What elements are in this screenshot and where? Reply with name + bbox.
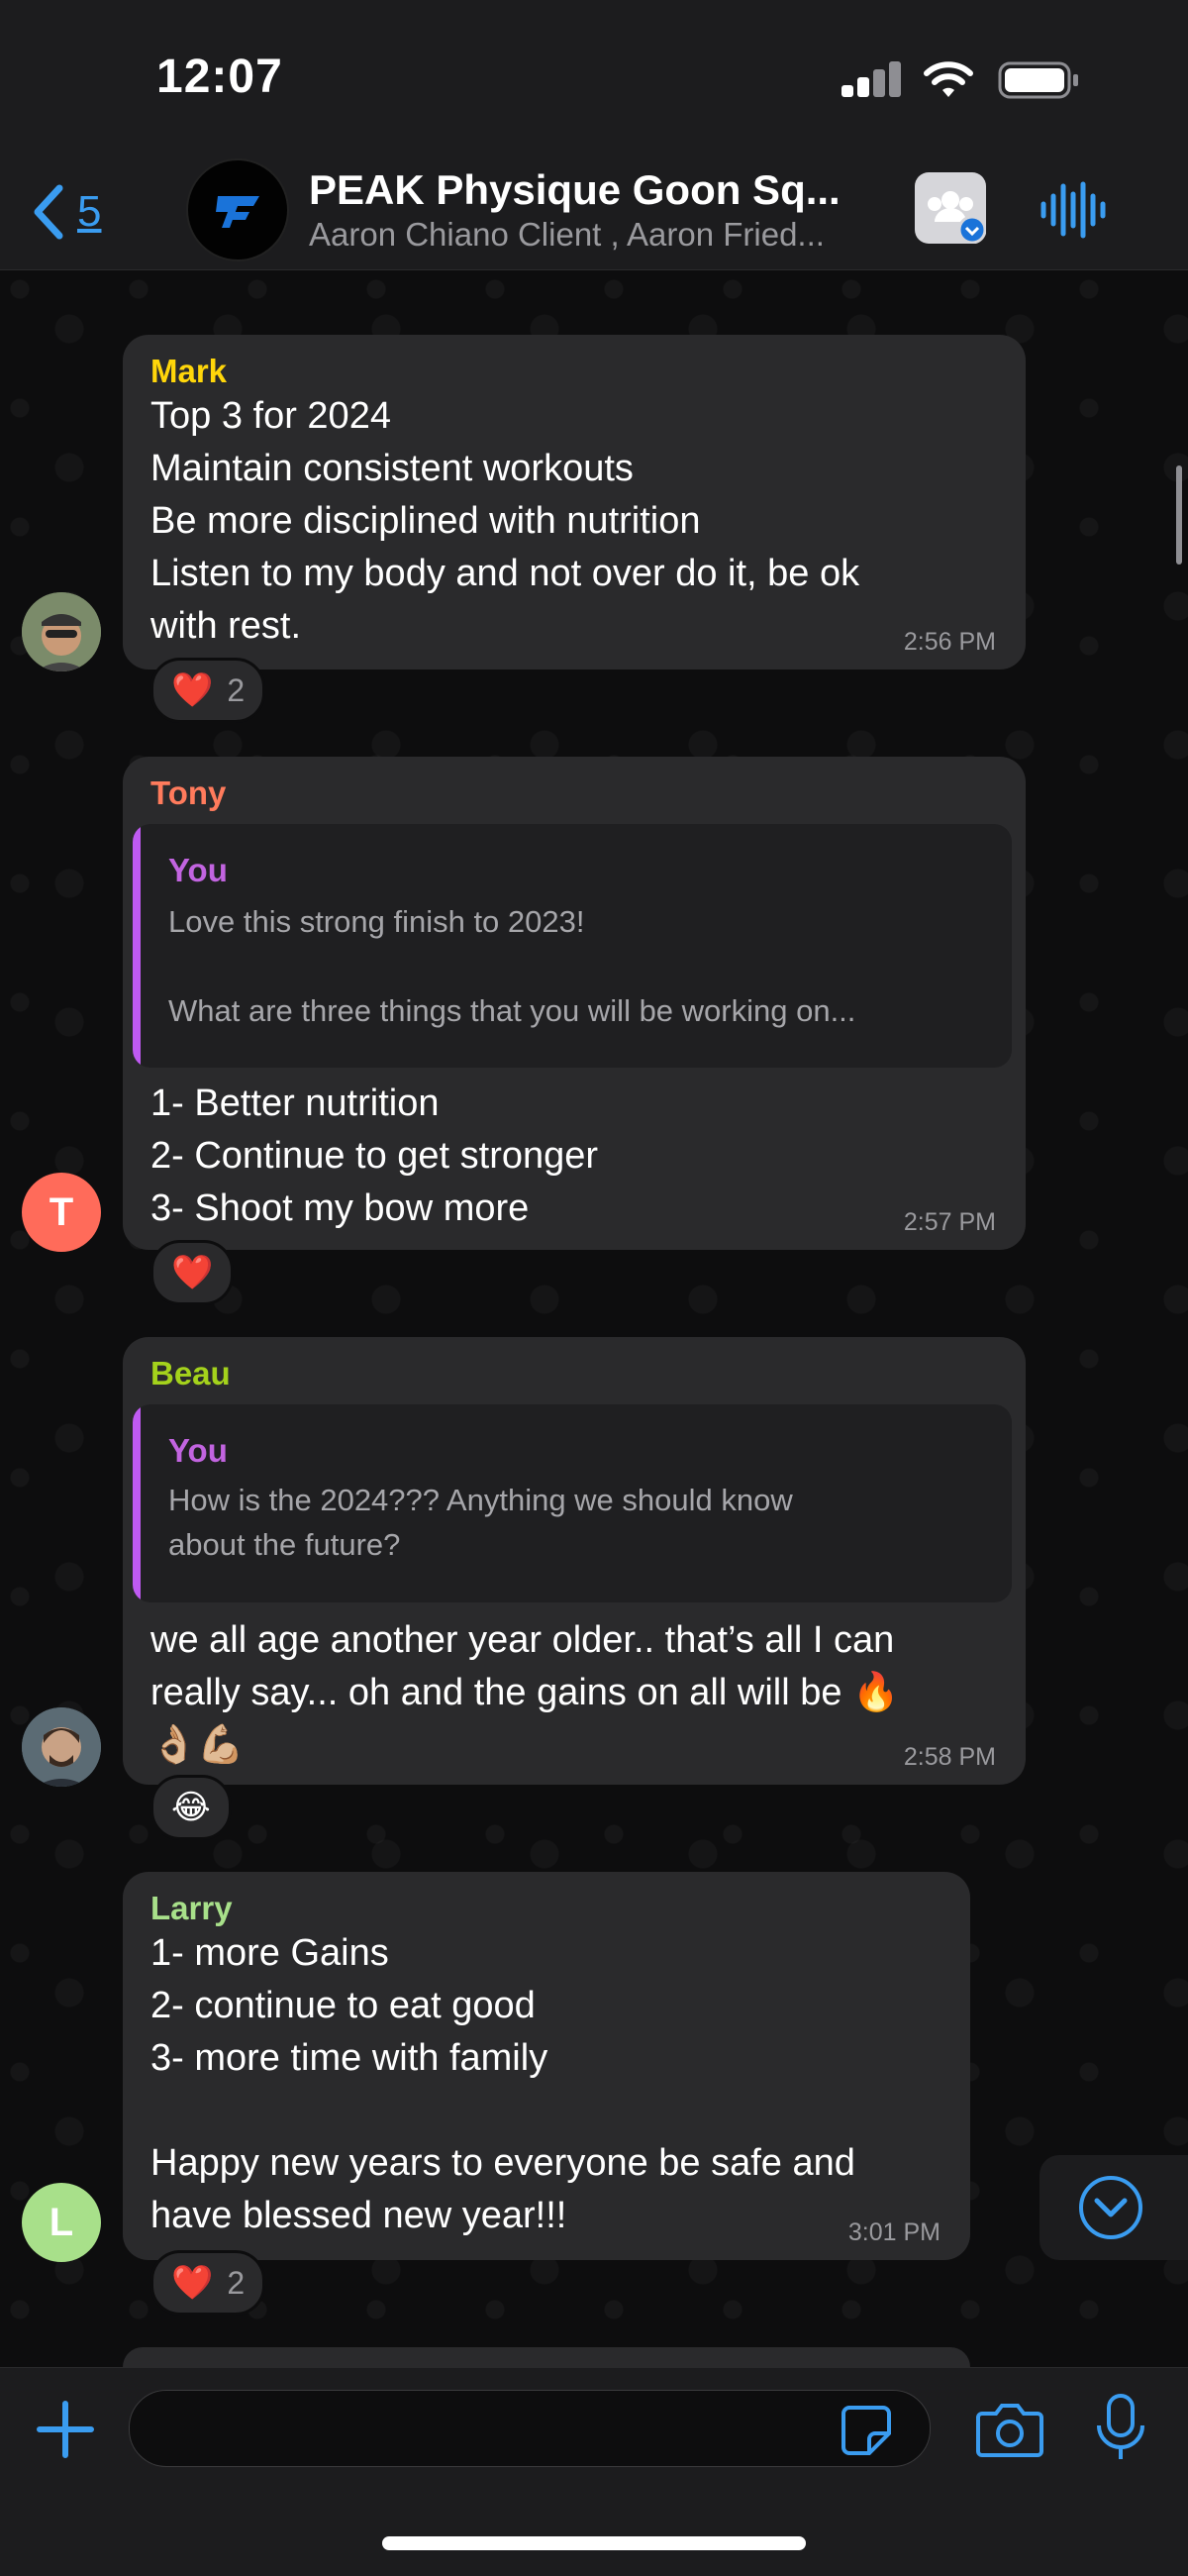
reaction-chip[interactable]: ❤️ 2 xyxy=(150,658,266,723)
status-bar: 12:07 xyxy=(0,0,1188,158)
heart-icon: ❤️ xyxy=(171,2264,214,2302)
message-text: Top 3 for 2024 Maintain consistent worko… xyxy=(150,395,860,647)
reaction-chip[interactable]: ❤️ xyxy=(150,1240,235,1305)
scrollbar[interactable] xyxy=(1176,465,1182,565)
waveform-icon[interactable] xyxy=(1038,180,1109,240)
chevron-down-circle-icon xyxy=(1079,2176,1142,2239)
reaction-chip[interactable]: ❤️ 2 xyxy=(150,2250,266,2316)
microphone-icon[interactable] xyxy=(1091,2392,1150,2463)
heart-icon: ❤️ xyxy=(171,671,214,709)
message-sender: Mark xyxy=(150,353,228,389)
quoted-message[interactable]: You How is the 2024??? Anything we shoul… xyxy=(133,1404,1012,1602)
chat-header: 5 PEAK Physique Goon Sq... Aaron Chiano … xyxy=(0,158,1188,270)
sticker-icon[interactable] xyxy=(840,2404,893,2457)
battery-icon xyxy=(998,61,1078,99)
quote-text: Love this strong finish to 2023! What ar… xyxy=(168,904,856,1028)
message-sender: Tony xyxy=(150,774,227,811)
laughing-emoji-icon: 😂 xyxy=(171,1789,211,1826)
members-button[interactable] xyxy=(915,172,987,245)
chevron-left-icon xyxy=(34,184,63,240)
quote-sender: You xyxy=(168,852,228,888)
message-time: 2:58 PM xyxy=(903,1743,996,1771)
camera-icon[interactable] xyxy=(974,2398,1045,2461)
reaction-count: 2 xyxy=(227,671,246,708)
clock: 12:07 xyxy=(156,51,283,103)
message-text: 1- Better nutrition 2- Continue to get s… xyxy=(150,1082,599,1229)
message-bubble[interactable]: Tony You Love this strong finish to 2023… xyxy=(123,757,1026,1250)
chat-members-subtitle[interactable]: Aaron Chiano Client , Aaron Fried... xyxy=(309,216,883,254)
reaction-count: 2 xyxy=(227,2264,246,2301)
message-sender: Beau xyxy=(150,1355,231,1391)
avatar-photo xyxy=(22,1707,101,1787)
home-indicator[interactable] xyxy=(382,2536,806,2550)
message-text: we all age another year older.. that’s a… xyxy=(150,1619,900,1766)
quoted-message[interactable]: You Love this strong finish to 2023! Wha… xyxy=(133,824,1012,1068)
message-time: 3:01 PM xyxy=(847,2218,940,2246)
message-text: 1- more Gains 2- continue to eat good 3-… xyxy=(150,1932,855,2236)
message-time: 2:56 PM xyxy=(903,628,996,656)
quote-bar xyxy=(133,824,141,1068)
group-logo-icon xyxy=(216,196,259,228)
message-input[interactable] xyxy=(129,2390,931,2467)
message-sender: Larry xyxy=(150,1890,233,1926)
avatar[interactable]: T xyxy=(22,1173,101,1252)
message-bubble[interactable]: Beau You How is the 2024??? Anything we … xyxy=(123,1337,1026,1785)
scroll-to-bottom-button[interactable] xyxy=(1040,2155,1188,2260)
message-bubble[interactable]: Larry 1- more Gains 2- continue to eat g… xyxy=(123,1872,970,2260)
chat-title[interactable]: PEAK Physique Goon Sq... xyxy=(309,166,883,214)
plus-icon[interactable] xyxy=(34,2398,97,2461)
group-icon xyxy=(928,191,987,245)
quote-sender: You xyxy=(168,1432,228,1469)
unread-count: 5 xyxy=(77,187,102,236)
reaction-chip[interactable]: 😂 xyxy=(150,1775,232,1840)
cellular-signal-icon xyxy=(842,61,903,97)
message-time: 2:57 PM xyxy=(903,1208,996,1236)
back-button[interactable]: 5 xyxy=(30,180,101,244)
quote-text: How is the 2024??? Anything we should kn… xyxy=(168,1483,793,1562)
wifi-icon xyxy=(924,61,973,97)
avatar[interactable]: L xyxy=(22,2183,101,2262)
avatar[interactable] xyxy=(22,592,101,671)
avatar[interactable] xyxy=(22,1707,101,1787)
avatar-photo xyxy=(22,592,101,671)
quote-bar xyxy=(133,1404,141,1602)
group-avatar[interactable] xyxy=(186,158,289,261)
composer-bar xyxy=(0,2367,1188,2576)
message-bubble[interactable]: Mark Top 3 for 2024 Maintain consistent … xyxy=(123,335,1026,670)
heart-icon: ❤️ xyxy=(171,1254,214,1291)
